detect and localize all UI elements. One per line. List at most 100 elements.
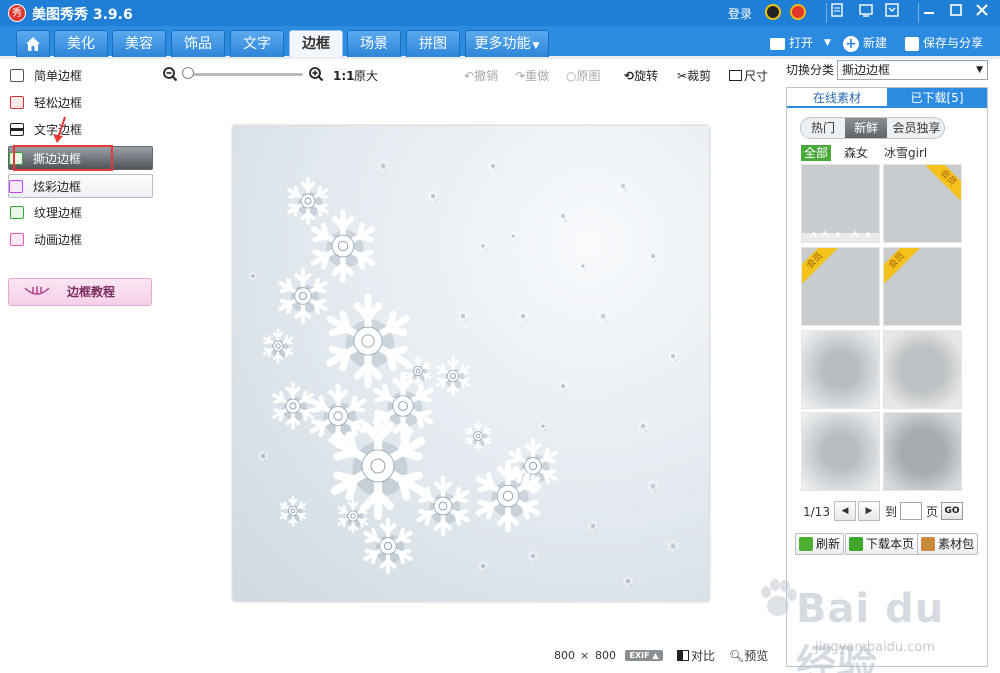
original-image-button[interactable]: ○原图 [566,68,601,84]
prev-page-button[interactable]: ◀ [834,501,856,521]
download-page-button[interactable]: 下载本页 [845,533,919,555]
qq-icon[interactable] [765,4,781,20]
rotate-icon: ⟲ [624,69,635,83]
weibo-icon[interactable] [790,4,806,20]
material-thumbnail[interactable]: 会员 [801,247,880,326]
ratio-1-1-button[interactable]: 1:1 [333,68,355,84]
material-thumbnail[interactable] [801,330,880,409]
filter-forest-girl[interactable]: 森女 [844,145,868,161]
page-indicator: 1/13 [803,505,830,519]
snowflake [623,575,633,587]
vip-badge: 会员 [884,248,921,285]
zoom-slider-handle[interactable] [182,67,194,79]
compare-button[interactable]: 对比 [677,648,715,664]
snowflake [478,560,488,572]
zoom-in-icon[interactable] [308,66,324,82]
crop-button[interactable]: ✂裁剪 [677,68,711,84]
image-height: 800 [595,649,616,662]
zoom-out-icon[interactable] [162,66,178,82]
rotate-button[interactable]: ⟲旋转 [624,68,658,84]
material-thumbnail[interactable] [801,412,880,491]
home-tab[interactable] [16,30,50,57]
snowflake [278,267,328,325]
feedback-icon[interactable] [826,3,846,23]
snowflake [310,209,376,283]
filter-all[interactable]: 全部 [801,145,832,161]
redo-button[interactable]: ↷重做 [515,68,549,84]
snowflake [578,261,588,272]
filter-snow-girl[interactable]: 冰雪girl [884,145,927,161]
compare-icon [677,650,689,661]
save-share-label: 保存与分享 [923,36,984,50]
skin-icon[interactable] [856,3,876,23]
open-button[interactable]: 打开 [770,34,813,52]
material-thumbnail[interactable] [883,412,962,491]
sidebar-item-simple-frame[interactable]: 简单边框 [10,64,150,88]
save-share-button[interactable]: 保存与分享 [905,34,983,52]
snowflake [508,231,518,242]
sidebar-item-easy-frame[interactable]: 轻松边框 [10,91,150,115]
category-select[interactable]: 撕边边框 ▼ [837,60,988,80]
tab-accessories[interactable]: 饰品 [171,30,225,57]
sidebar-item-texture-frame[interactable]: 纹理边框 [10,201,150,225]
new-button[interactable]: + 新建 [843,34,887,52]
snowflake [464,420,492,452]
snowflake [637,419,649,433]
vip-badge: 会员 [924,165,961,202]
app-title: 美图秀秀 3.9.6 [32,7,133,23]
next-page-button[interactable]: ▶ [858,501,880,521]
snowflake [363,517,413,575]
snowflake [258,450,268,462]
hand-icon [24,286,50,295]
material-pack-button[interactable]: 素材包 [917,533,979,555]
material-thumbnail[interactable]: 会员 [883,247,962,326]
tab-text[interactable]: 文字 [230,30,284,57]
pill-new[interactable]: 新鲜 [845,118,887,138]
vip-badge: 会员 [802,248,839,285]
frame-tutorial-button[interactable]: 边框教程 [8,278,152,306]
undo-button[interactable]: ↶撤销 [464,68,498,84]
snowflake [458,310,468,322]
go-button[interactable]: GO [941,502,963,520]
chevron-down-icon: ▼ [976,65,983,75]
snowflake [667,539,679,553]
sidebar-item-animated-frame[interactable]: 动画边框 [10,228,150,252]
snowflake [597,309,609,323]
snowflake [558,380,568,392]
sidebar-item-colorful-frame[interactable]: 炫彩边框 [8,174,153,198]
tab-collage[interactable]: 拼图 [406,30,460,57]
minimize-icon[interactable] [918,3,938,23]
login-link[interactable]: 登录 [728,5,752,22]
close-icon[interactable] [972,3,992,23]
preview-button[interactable]: 🔍︎预览 [729,648,768,664]
tab-face[interactable]: 美容 [112,30,166,57]
snowflake [538,421,548,432]
frame-category-sidebar: 简单边框 轻松边框 文字边框 撕边边框 炫彩边框 纹理边框 动画边框 边框教程 [0,59,160,673]
snowflake [377,159,389,173]
photo-canvas[interactable] [233,126,709,601]
material-thumbnail[interactable] [801,164,880,243]
tab-downloaded[interactable]: 已下载[5] [887,88,987,108]
snowflake [272,382,314,430]
material-thumbnail[interactable] [883,330,962,409]
material-thumbnail[interactable]: 会员 [883,164,962,243]
package-icon [921,537,935,551]
menu-icon[interactable] [882,3,902,23]
maximize-icon[interactable] [946,3,966,23]
pill-vip-only[interactable]: 会员独享 [887,118,944,138]
tab-beautify[interactable]: 美化 [54,30,108,57]
sidebar-item-text-frame[interactable]: 文字边框 [10,118,150,142]
resize-button[interactable]: 尺寸 [729,68,768,84]
page-number-input[interactable] [900,502,922,520]
open-dropdown-icon[interactable]: ▼ [824,34,831,52]
tab-frame[interactable]: 边框 [289,30,343,57]
pill-hot[interactable]: 热门 [801,118,845,138]
tab-more-features[interactable]: 更多功能 ▼ [465,30,549,57]
refresh-button[interactable]: 刷新 [795,533,845,555]
tab-scene[interactable]: 场景 [347,30,401,57]
tab-online-materials[interactable]: 在线素材 [787,88,887,108]
zoom-slider-track[interactable] [185,73,303,76]
exif-button[interactable]: EXIF ▲ [625,650,663,661]
original-size-button[interactable]: 原大 [354,68,378,84]
snowflake [248,271,258,282]
